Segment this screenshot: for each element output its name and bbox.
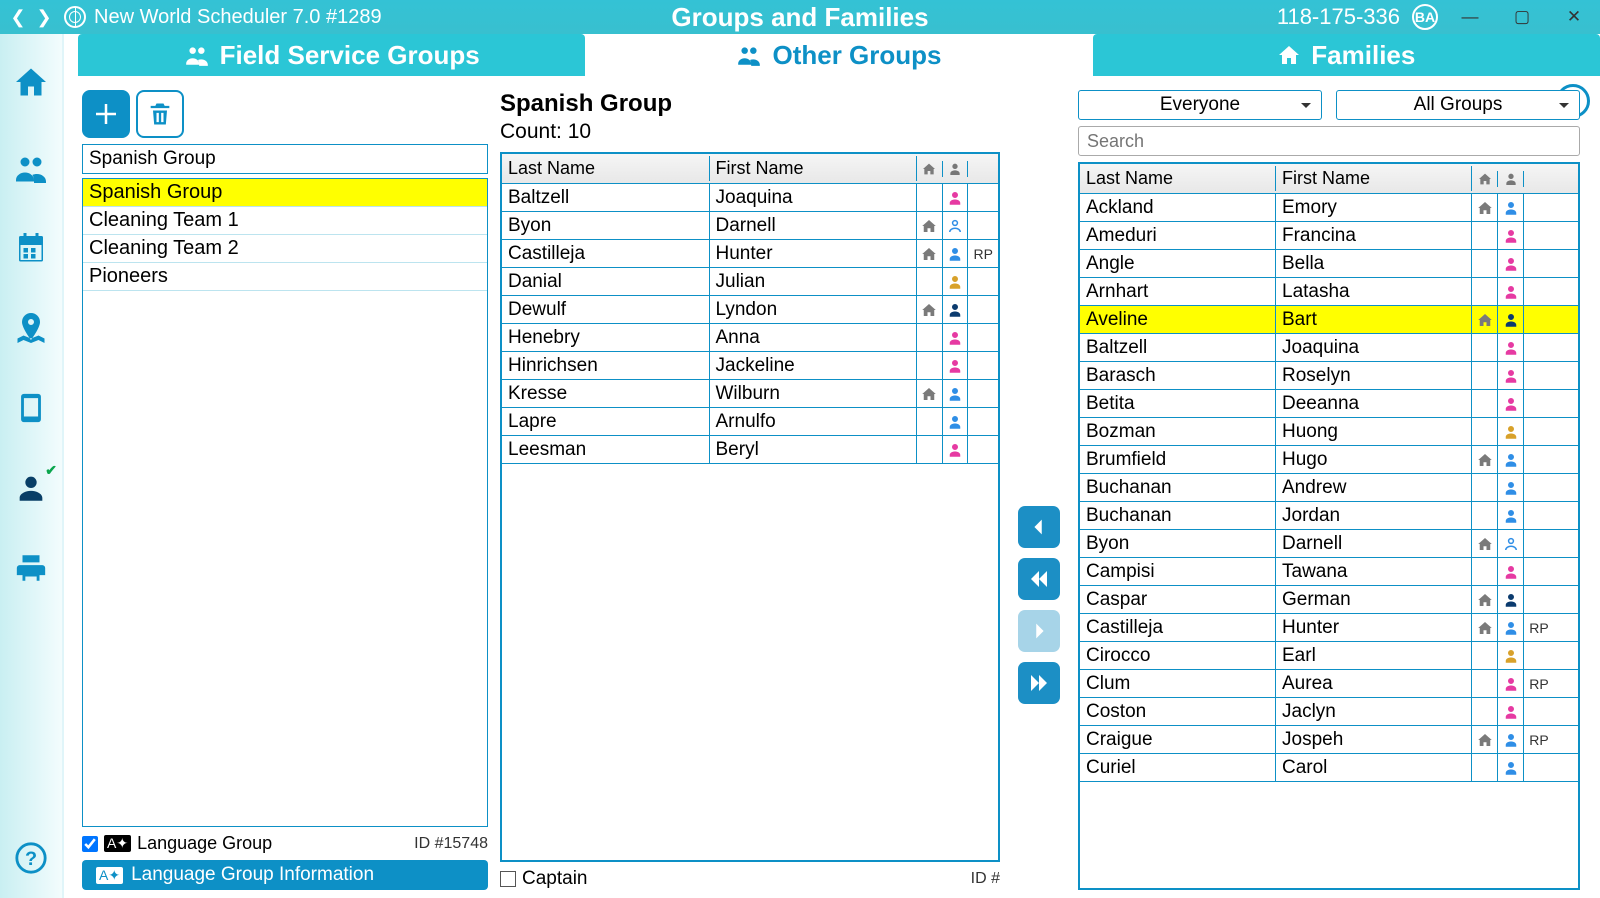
table-row[interactable]: ByonDarnell [1080,530,1578,558]
filter-everyone-dropdown[interactable]: Everyone [1078,90,1322,120]
sidebar-print[interactable] [5,540,57,596]
table-row[interactable]: BozmanHuong [1080,418,1578,446]
sidebar-calendar[interactable] [5,220,57,276]
group-list[interactable]: Spanish GroupCleaning Team 1Cleaning Tea… [82,178,488,827]
move-right-button [1018,610,1060,652]
sidebar: ✔ [0,34,64,898]
home-icon [1277,43,1301,67]
table-row[interactable]: BaraschRoselyn [1080,362,1578,390]
selected-group-count: Count: 10 [500,120,1000,144]
sidebar-home[interactable] [5,54,57,110]
table-row[interactable]: ClumAureaRP [1080,670,1578,698]
sidebar-help[interactable] [5,830,57,886]
table-row[interactable]: KresseWilburn [502,380,998,408]
add-group-button[interactable] [82,90,130,138]
nav-back-button[interactable]: ❮ [6,5,30,29]
table-row[interactable]: BuchananAndrew [1080,474,1578,502]
table-row[interactable]: CurielCarol [1080,754,1578,782]
table-row[interactable]: CampisiTawana [1080,558,1578,586]
move-all-right-button[interactable] [1018,662,1060,704]
filter-groups-dropdown[interactable]: All Groups [1336,90,1580,120]
search-input[interactable] [1078,126,1580,156]
captain-checkbox[interactable]: Captain [500,868,588,890]
col-person-icon[interactable] [1498,171,1524,187]
minimize-button[interactable]: — [1450,1,1490,33]
language-chip-icon: A✦ [96,867,123,884]
sidebar-mobile[interactable] [5,380,57,436]
everyone-table: Last Name First Name AcklandEmoryAmeduri… [1078,162,1580,890]
language-chip-icon: A✦ [104,835,131,852]
members-table: Last Name First Name BaltzellJoaquinaByo… [500,152,1000,862]
close-button[interactable]: ✕ [1554,1,1594,33]
delete-group-button[interactable] [136,90,184,138]
table-row[interactable]: HenebryAnna [502,324,998,352]
table-row[interactable]: CostonJaclyn [1080,698,1578,726]
group-name-input[interactable] [82,144,488,174]
sidebar-person[interactable]: ✔ [5,460,57,516]
table-row[interactable]: DanialJulian [502,268,998,296]
congregation-id: 118-175-336 [1277,4,1400,30]
table-row[interactable]: BaltzellJoaquina [1080,334,1578,362]
member-id-label: ID # [971,870,1000,888]
table-row[interactable]: HinrichsenJackeline [502,352,998,380]
group-list-item[interactable]: Cleaning Team 1 [83,207,487,235]
col-house-icon[interactable] [1472,171,1498,187]
col-first-name[interactable]: First Name [710,156,918,181]
nav-forward-button[interactable]: ❯ [32,5,56,29]
user-badge[interactable]: BA [1412,4,1438,30]
table-row[interactable]: CastillejaHunterRP [502,240,998,268]
table-row[interactable]: LapreArnulfo [502,408,998,436]
language-group-info-button[interactable]: A✦ Language Group Information [82,860,488,890]
app-title: New World Scheduler 7.0 #1289 [94,6,382,29]
table-row[interactable]: BuchananJordan [1080,502,1578,530]
language-group-checkbox[interactable]: A✦ Language Group [82,833,272,854]
move-left-button[interactable] [1018,506,1060,548]
table-row[interactable]: CastillejaHunterRP [1080,614,1578,642]
table-row[interactable]: BaltzellJoaquina [502,184,998,212]
col-house-icon[interactable] [917,161,943,177]
people-icon [736,42,762,68]
tab-row: Field Service Groups Other Groups Famili… [78,34,1600,76]
tab-field-service-groups[interactable]: Field Service Groups [78,34,585,76]
group-list-item[interactable]: Pioneers [83,263,487,291]
table-row[interactable]: AmeduriFrancina [1080,222,1578,250]
table-row[interactable]: ArnhartLatasha [1080,278,1578,306]
col-person-icon[interactable] [943,161,969,177]
table-row[interactable]: BetitaDeeanna [1080,390,1578,418]
col-first-name[interactable]: First Name [1276,166,1472,191]
table-row[interactable]: AcklandEmory [1080,194,1578,222]
group-list-item[interactable]: Cleaning Team 2 [83,235,487,263]
people-icon [184,42,210,68]
sidebar-map[interactable] [5,300,57,356]
maximize-button[interactable]: ▢ [1502,1,1542,33]
table-row[interactable]: AvelineBart [1080,306,1578,334]
group-list-item[interactable]: Spanish Group [83,179,487,207]
title-bar: ❮ ❯ New World Scheduler 7.0 #1289 Groups… [0,0,1600,34]
table-row[interactable]: CiroccoEarl [1080,642,1578,670]
table-row[interactable]: DewulfLyndon [502,296,998,324]
globe-icon [64,6,86,28]
table-row[interactable]: CasparGerman [1080,586,1578,614]
move-all-left-button[interactable] [1018,558,1060,600]
table-row[interactable]: ByonDarnell [502,212,998,240]
table-row[interactable]: LeesmanBeryl [502,436,998,464]
table-row[interactable]: BrumfieldHugo [1080,446,1578,474]
sidebar-people[interactable] [5,140,57,196]
selected-group-name: Spanish Group [500,90,1000,118]
tab-other-groups[interactable]: Other Groups [585,34,1092,76]
group-id-label: ID #15748 [414,835,488,853]
table-row[interactable]: CraigueJospehRP [1080,726,1578,754]
tab-families[interactable]: Families [1093,34,1600,76]
col-last-name[interactable]: Last Name [1080,166,1276,191]
col-last-name[interactable]: Last Name [502,156,710,181]
table-row[interactable]: AngleBella [1080,250,1578,278]
